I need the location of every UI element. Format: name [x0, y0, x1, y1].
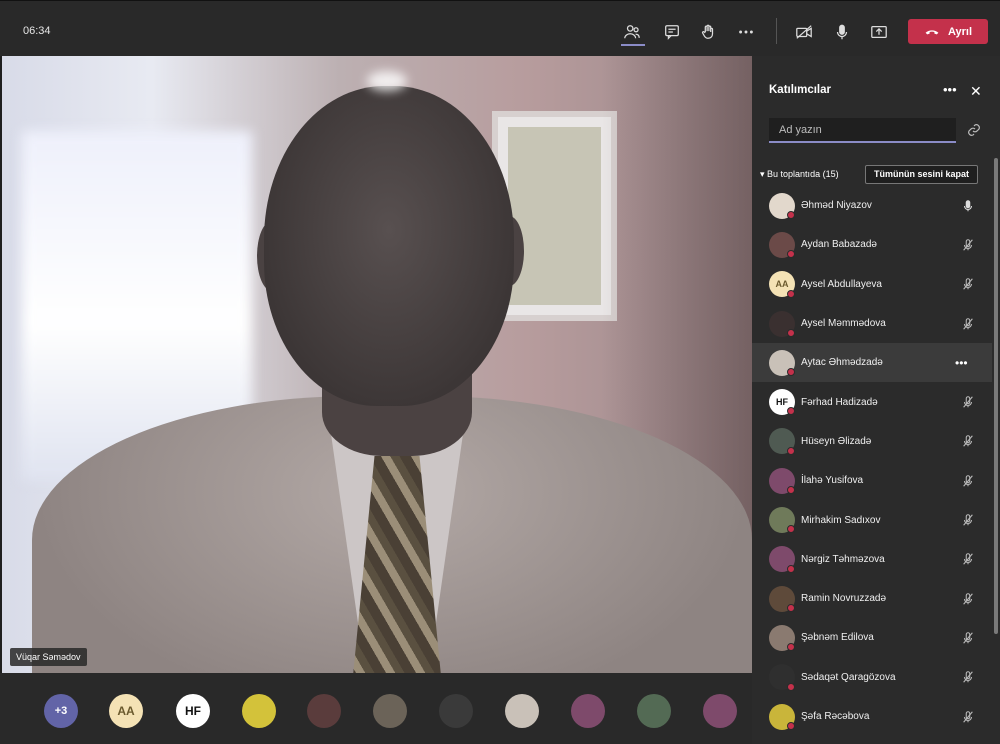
camera-off-icon[interactable]	[793, 21, 815, 43]
more-icon[interactable]	[735, 21, 757, 43]
presence-dot	[787, 643, 795, 652]
mic-icon[interactable]	[961, 199, 975, 213]
share-link-icon[interactable]	[966, 122, 982, 138]
participants-icon[interactable]	[621, 21, 643, 43]
participant-row[interactable]: Aytac Əhmədzadə •••	[752, 343, 992, 383]
participant-name: Fərhad Hadizadə	[801, 396, 878, 408]
participant-name: Aysel Abdullayeva	[801, 278, 882, 290]
mic-off-icon[interactable]	[961, 710, 975, 724]
participant-avatar[interactable]	[703, 694, 737, 728]
participant-list: Əhməd Niyazov Aydan Babazadə AA Aysel Abdul…	[752, 186, 992, 736]
phone-hangup-icon	[925, 29, 939, 34]
participant-row[interactable]: Hüseyn Əlizadə	[752, 422, 992, 461]
participant-name: Şəfa Rəcəbova	[801, 711, 870, 722]
light-reflection	[367, 71, 407, 91]
mic-off-icon[interactable]	[961, 592, 975, 606]
presence-dot	[787, 525, 795, 534]
mic-off-icon[interactable]	[961, 238, 975, 252]
mic-off-icon[interactable]	[961, 631, 975, 645]
mic-off-icon[interactable]	[961, 670, 975, 684]
toolbar-divider	[776, 18, 777, 44]
participant-row[interactable]: Şəbnəm Edilova	[752, 618, 992, 657]
participant-name: Aysel Məmmədova	[801, 318, 886, 330]
main-video-feed: Vüqar Səmədov	[2, 56, 752, 673]
overflow-participants-button[interactable]: +3	[44, 694, 78, 728]
participant-row[interactable]: Nərgiz Təhməzova	[752, 540, 992, 579]
participant-row[interactable]: İlahə Yusifova	[752, 461, 992, 500]
participant-name: Aydan Babazadə	[801, 239, 877, 251]
mute-all-button[interactable]: Tümünün sesini kapat	[865, 165, 979, 184]
mic-off-icon[interactable]	[961, 474, 975, 488]
meeting-timer: 06:34	[23, 25, 51, 37]
participant-avatar[interactable]	[637, 694, 671, 728]
participant-avatar[interactable]: HF	[176, 694, 210, 728]
active-tab-indicator	[621, 44, 645, 46]
participant-avatar[interactable]	[373, 694, 407, 728]
presence-dot	[787, 211, 795, 219]
participant-row[interactable]: HF Fərhad Hadizadə	[752, 382, 992, 421]
participant-strip: +3 AA HF	[0, 673, 752, 744]
participant-avatar[interactable]	[307, 694, 341, 728]
participant-name: İlahə Yusifova	[801, 475, 864, 487]
mic-off-icon[interactable]	[961, 277, 975, 291]
participant-name: Sədaqət Qaragözova	[801, 671, 896, 683]
presence-dot	[787, 486, 795, 495]
participant-row[interactable]: AA Aysel Abdullayeva	[752, 265, 992, 304]
participant-name: Əhməd Niyazov	[801, 200, 872, 212]
presence-dot	[787, 446, 795, 455]
participant-name: Mirhakim Sadıxov	[801, 514, 881, 526]
participant-row[interactable]: Aydan Babazadə	[752, 225, 992, 264]
mic-off-icon[interactable]	[961, 434, 975, 448]
participant-name: Şəbnəm Edilova	[801, 632, 874, 644]
participant-row[interactable]: Ramin Novruzzadə	[752, 579, 992, 618]
panel-more-icon[interactable]: •••	[943, 82, 957, 97]
section-toggle[interactable]: ▾ Bu toplantıda (15)	[760, 169, 839, 180]
participants-panel: Katılımcılar ••• ✕ ▾ Bu toplantıda (15) …	[752, 56, 1000, 744]
presence-dot	[787, 603, 795, 612]
more-options-icon[interactable]: •••	[955, 356, 968, 370]
mic-off-icon[interactable]	[961, 513, 975, 527]
presence-dot	[787, 328, 795, 337]
leave-label: Ayrıl	[947, 25, 973, 38]
participant-name: Hüseyn Əlizadə	[801, 435, 872, 447]
participant-avatar[interactable]	[571, 694, 605, 728]
presence-dot	[787, 289, 795, 298]
share-screen-icon[interactable]	[868, 21, 890, 43]
mic-off-icon[interactable]	[961, 395, 975, 409]
presence-dot	[787, 682, 795, 691]
meeting-toolbar: 06:34 Ayrıl	[0, 0, 1000, 56]
participant-avatar[interactable]: AA	[109, 694, 143, 728]
participant-avatar[interactable]	[439, 694, 473, 728]
presence-dot	[787, 407, 795, 416]
presence-dot	[787, 250, 795, 259]
speaker-name-tag: Vüqar Səmədov	[10, 648, 87, 666]
mic-icon[interactable]	[831, 21, 853, 43]
participant-row[interactable]: Şəfa Rəcəbova	[752, 697, 992, 736]
participant-row[interactable]: Mirhakim Sadıxov	[752, 500, 992, 539]
mic-off-icon[interactable]	[961, 552, 975, 566]
section-label: Bu toplantıda (15)	[767, 169, 839, 179]
speaker-head	[264, 86, 514, 406]
presence-dot	[787, 721, 795, 730]
participant-row[interactable]: Əhməd Niyazov	[752, 186, 992, 225]
panel-scrollbar[interactable]	[994, 158, 998, 634]
participant-name: Aytac Əhmədzadə	[801, 357, 883, 369]
panel-title: Katılımcılar	[769, 84, 831, 96]
presence-dot	[787, 368, 795, 377]
participant-row[interactable]: Aysel Məmmədova	[752, 304, 992, 343]
close-icon[interactable]: ✕	[970, 83, 982, 100]
participant-row[interactable]: Sədaqət Qaragözova	[752, 658, 992, 697]
mic-off-icon[interactable]	[961, 317, 975, 331]
chat-icon[interactable]	[661, 21, 683, 43]
participant-name: Nərgiz Təhməzova	[801, 553, 885, 565]
participant-name: Ramin Novruzzadə	[801, 593, 887, 605]
participant-avatar[interactable]	[242, 694, 276, 728]
search-input[interactable]	[769, 118, 956, 143]
leave-button[interactable]: Ayrıl	[908, 19, 988, 44]
participant-avatar[interactable]	[505, 694, 539, 728]
presence-dot	[787, 564, 795, 573]
raise-hand-icon[interactable]	[697, 21, 719, 43]
